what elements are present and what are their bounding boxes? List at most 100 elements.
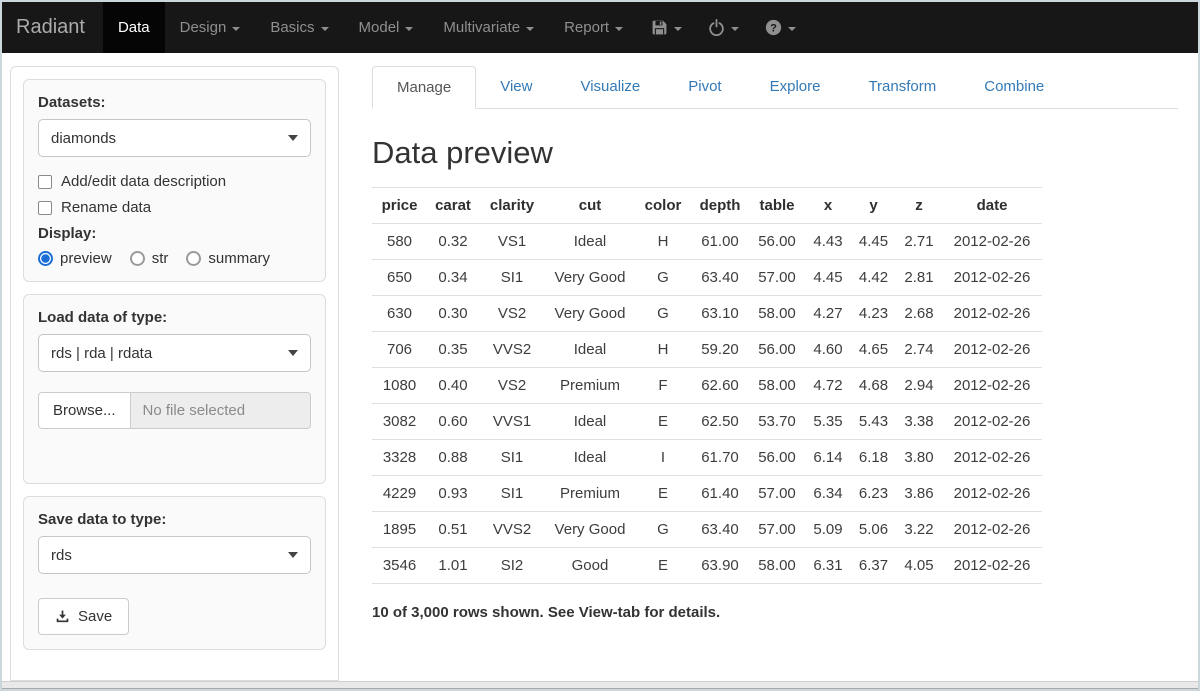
cell: 1.01 [427,548,479,584]
tab-manage[interactable]: Manage [372,66,476,109]
navbar: Radiant Data Design Basics Model Multivariat… [2,2,1198,53]
nav-item-label: Multivariate [443,19,520,36]
save-type-select[interactable]: rds [38,536,311,574]
load-type-select[interactable]: rds | rda | rdata [38,334,311,372]
cell: 2012-02-26 [942,260,1042,296]
app-window: Radiant Data Design Basics Model Multivariat… [0,0,1200,691]
nav-menu-power-icon[interactable] [695,2,752,53]
cell: 2012-02-26 [942,548,1042,584]
display-radio-group: preview str summary [38,250,311,267]
column-header-z: z [896,188,942,224]
nav-item-model[interactable]: Model [344,2,429,53]
cell: 63.90 [691,548,749,584]
radio-label: str [152,250,169,267]
nav-item-data[interactable]: Data [103,2,165,53]
rows-shown-note: 10 of 3,000 rows shown. See View-tab for… [372,604,1178,621]
cell: 61.00 [691,224,749,260]
browse-button[interactable]: Browse... [38,392,131,429]
cell: 6.34 [805,476,851,512]
tab-transform[interactable]: Transform [844,66,960,108]
download-icon [55,609,70,624]
table-row: 7060.35VVS2IdealH59.2056.004.604.652.742… [372,332,1042,368]
cell: 4.23 [851,296,896,332]
caret-down-icon [731,27,739,31]
svg-text:?: ? [770,22,777,34]
cell: 6.31 [805,548,851,584]
cell: 2012-02-26 [942,404,1042,440]
column-header-clarity: clarity [479,188,545,224]
checkbox-box [38,175,52,189]
cell: Good [545,548,635,584]
cell: 1895 [372,512,427,548]
cell: 5.06 [851,512,896,548]
caret-down-icon [788,27,796,31]
page-title: Data preview [372,135,1178,171]
save-button[interactable]: Save [38,598,129,635]
cell: 2012-02-26 [942,224,1042,260]
cell: 2.94 [896,368,942,404]
checkbox-rename-data[interactable]: Rename data [38,199,311,216]
cell: 5.35 [805,404,851,440]
cell: VVS1 [479,404,545,440]
caret-down-icon [405,27,413,31]
nav-item-label: Basics [270,19,314,36]
cell: 57.00 [749,512,805,548]
cell: VS1 [479,224,545,260]
radio-summary[interactable]: summary [186,250,270,267]
cell: SI1 [479,440,545,476]
display-label: Display: [38,225,311,242]
cell: 0.93 [427,476,479,512]
nav-item-label: Design [180,19,227,36]
cell: 2012-02-26 [942,512,1042,548]
table-row: 33280.88SI1IdealI61.7056.006.146.183.802… [372,440,1042,476]
nav-item-multivariate[interactable]: Multivariate [428,2,549,53]
table-row: 5800.32VS1IdealH61.0056.004.434.452.7120… [372,224,1042,260]
radio-preview[interactable]: preview [38,250,112,267]
cell: 2.74 [896,332,942,368]
tab-explore[interactable]: Explore [746,66,845,108]
tab-pivot[interactable]: Pivot [664,66,745,108]
cell: 56.00 [749,224,805,260]
cell: 61.70 [691,440,749,476]
app-brand[interactable]: Radiant [14,2,103,53]
dataset-select[interactable]: diamonds [38,119,311,157]
radio-str[interactable]: str [130,250,169,267]
cell: 3.80 [896,440,942,476]
chevron-down-icon [288,552,298,558]
cell: 4.43 [805,224,851,260]
cell: 0.35 [427,332,479,368]
cell: E [635,476,691,512]
horizontal-scrollbar[interactable] [2,681,1198,689]
cell: 3546 [372,548,427,584]
cell: 4.42 [851,260,896,296]
tab-view[interactable]: View [476,66,556,108]
nav-menu-help-icon[interactable]: ? [752,2,809,53]
cell: 3.22 [896,512,942,548]
checkbox-add-edit-data-description[interactable]: Add/edit data description [38,173,311,190]
tab-combine[interactable]: Combine [960,66,1068,108]
cell: 4.68 [851,368,896,404]
nav-item-label: Data [118,19,150,36]
nav-item-design[interactable]: Design [165,2,256,53]
tab-visualize[interactable]: Visualize [556,66,664,108]
dataset-select-value: diamonds [51,130,116,147]
datasets-label: Datasets: [38,94,311,111]
radio-label: summary [208,250,270,267]
cell: H [635,332,691,368]
cell: G [635,296,691,332]
table-row: 30820.60VVS1IdealE62.5053.705.355.433.38… [372,404,1042,440]
cell: 4.27 [805,296,851,332]
save-type-label: Save data to type: [38,511,311,528]
nav-item-basics[interactable]: Basics [255,2,343,53]
cell: 63.40 [691,260,749,296]
nav-menu-save-icon[interactable] [638,2,695,53]
column-header-cut: cut [545,188,635,224]
cell: 56.00 [749,440,805,476]
cell: 0.40 [427,368,479,404]
cell: G [635,260,691,296]
cell: Ideal [545,440,635,476]
nav-item-report[interactable]: Report [549,2,638,53]
cell: Very Good [545,260,635,296]
cell: VVS2 [479,512,545,548]
caret-down-icon [232,27,240,31]
